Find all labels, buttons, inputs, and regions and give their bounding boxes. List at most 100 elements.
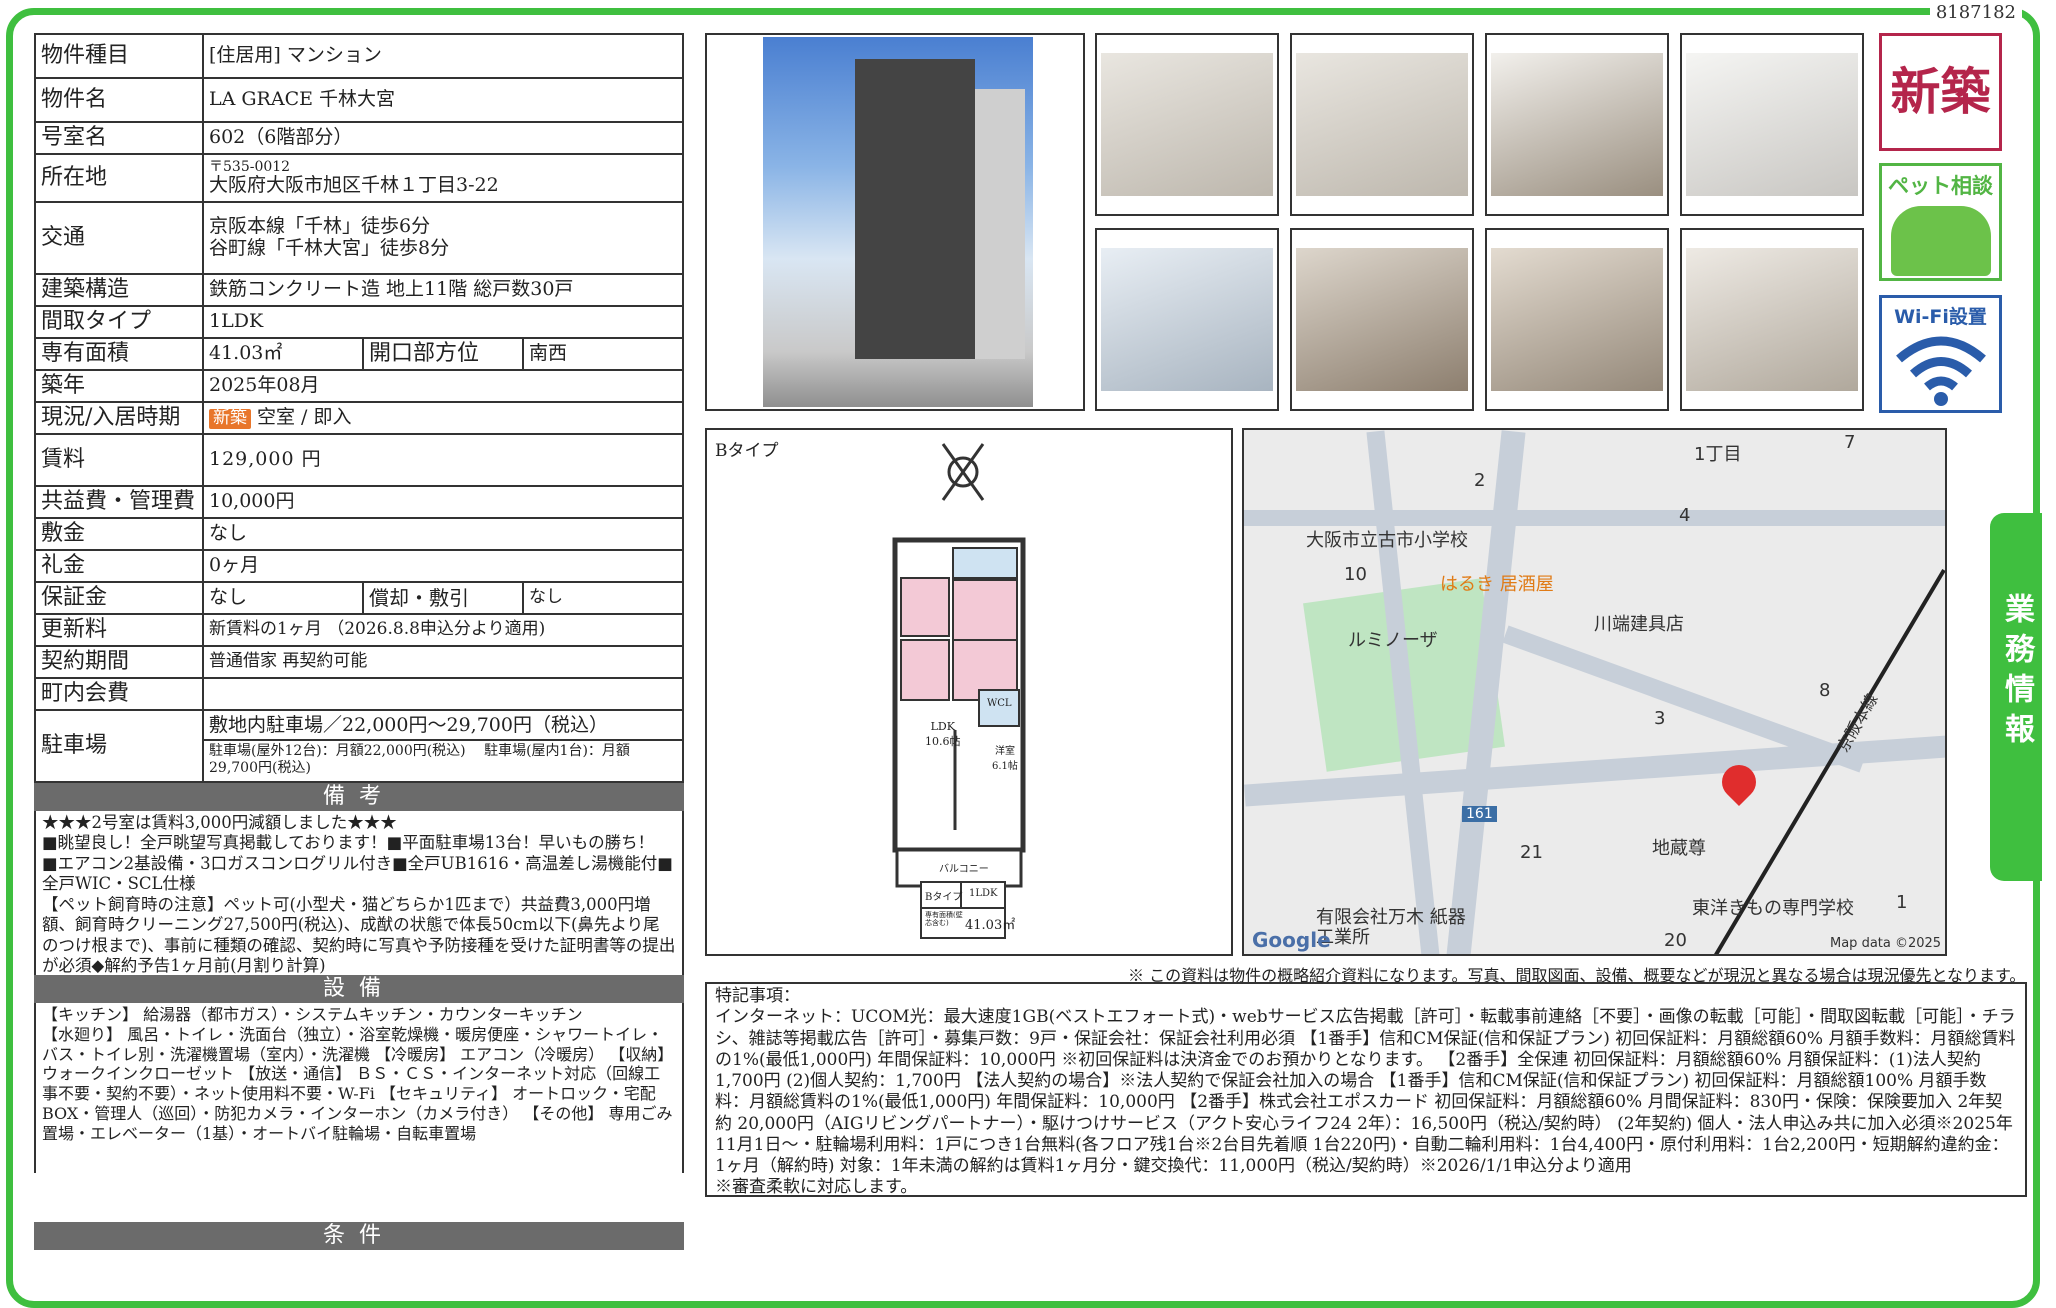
side-tab-label: 業務情報: [1999, 593, 2034, 753]
balcony-label: バルコニー: [939, 864, 989, 875]
label: 号室名: [34, 121, 204, 155]
value: 41.03㎡: [202, 337, 364, 371]
label: 敷金: [34, 517, 204, 551]
map-label: 1丁目: [1694, 444, 1742, 465]
address: 〒535-0012 大阪府大阪市旭区千林１丁目3-22: [202, 153, 684, 203]
label: 物件種目: [34, 33, 204, 79]
map-label: はるき 居酒屋: [1440, 574, 1554, 595]
label: 間取タイプ: [34, 305, 204, 339]
value: [住居用] マンション: [202, 33, 684, 79]
exterior-photo: [705, 33, 1085, 411]
new-tag: 新築: [209, 409, 251, 429]
label: 物件名: [34, 77, 204, 123]
row-area: 専有面積 41.03㎡ 開口部方位 南西: [34, 337, 684, 371]
row-name: 物件名 LA GRACE 千林大宮: [34, 77, 684, 123]
new-build-badge: 新築: [1879, 33, 2002, 151]
parking-summary: 敷地内駐車場／22,000円～29,700円（税込）: [205, 713, 681, 742]
wcl-label: WCL: [987, 698, 1012, 709]
value: 空室 / 即入: [257, 406, 352, 429]
row-built: 築年 2025年08月: [34, 369, 684, 403]
row-room: 号室名 602（6階部分）: [34, 121, 684, 155]
parking: 敷地内駐車場／22,000円～29,700円（税込） 駐車場(屋外12台)：月額…: [202, 709, 684, 783]
map-label: 川端建具店: [1594, 614, 1684, 635]
legend-layout: 1LDK: [969, 888, 998, 899]
label: 契約期間: [34, 645, 204, 679]
row-fee: 共益費・管理費 10,000円: [34, 485, 684, 519]
row-community-fee: 町内会費: [34, 677, 684, 711]
railway: [1714, 568, 1945, 954]
property-table: 物件種目 [住居用] マンション 物件名 LA GRACE 千林大宮 号室名 6…: [34, 33, 684, 783]
label: 駐車場: [34, 709, 204, 783]
map-label: 東洋きもの専門学校: [1692, 898, 1854, 919]
wifi-icon: [1895, 336, 1986, 406]
pet-label: ペット相談: [1888, 174, 1993, 198]
wifi-label: Wi-Fi設置: [1894, 306, 1987, 328]
row-key-money: 礼金 0ヶ月: [34, 549, 684, 583]
address-text: 大阪府大阪市旭区千林１丁目3-22: [209, 174, 499, 197]
value: 新賃料の1ヶ月 （2026.8.8申込分より適用): [202, 613, 684, 647]
row-structure: 建築構造 鉄筋コンクリート造 地上11階 総戸数30戸: [34, 273, 684, 307]
biko-text: ★★★2号室は賃料3,000円減額しました★★★ ■眺望良し！全戸眺望写真掲載し…: [34, 811, 684, 975]
floor-plan-drawing: [892, 443, 1026, 939]
area-map[interactable]: 1丁目 7 2 4 大阪市立古市小学校 10 はるき 居酒屋 川端建具店 ルミノ…: [1242, 428, 1947, 956]
business-info-tab[interactable]: 業務情報: [1990, 513, 2042, 881]
label: 町内会費: [34, 677, 204, 711]
parking-detail: 駐車場(屋外12台)：月額22,000円(税込) 駐車場(屋内1台)：月額29,…: [209, 743, 630, 776]
label: 交通: [34, 201, 204, 275]
legend-area: 41.03㎡: [965, 918, 1016, 933]
google-logo: Google: [1252, 928, 1331, 952]
rent-price: 129,000 円: [202, 433, 684, 487]
legend-type: Bタイプ: [925, 892, 963, 903]
thumb-photo: [1485, 228, 1669, 411]
property-name: LA GRACE 千林大宮: [202, 77, 684, 123]
thumb-photo: [1290, 33, 1474, 216]
row-type: 物件種目 [住居用] マンション: [34, 33, 684, 79]
value2: なし: [522, 581, 684, 615]
label: 保証金: [34, 581, 204, 615]
label: 専有面積: [34, 337, 204, 371]
room-label: 洋室 6.1帖: [992, 746, 1018, 772]
row-parking: 駐車場 敷地内駐車場／22,000円～29,700円（税込） 駐車場(屋外12台…: [34, 709, 684, 783]
access: 京阪本線「千林」徒歩6分 谷町線「千林大宮」徒歩8分: [202, 201, 684, 275]
setsubi-header: 設備: [34, 975, 684, 1003]
map-label: 21: [1520, 842, 1543, 863]
map-label: 地蔵尊: [1652, 838, 1706, 859]
wifi-badge: Wi-Fi設置: [1879, 295, 2002, 413]
jouken-header: 条件: [34, 1222, 684, 1250]
document-id: 8187182: [1929, 2, 2022, 23]
access-line-2: 谷町線「千林大宮」徒歩8分: [209, 237, 450, 259]
map-label: ルミノーザ: [1348, 630, 1438, 651]
map-label: 3: [1654, 708, 1666, 729]
label: 築年: [34, 369, 204, 403]
value: 10,000円: [202, 485, 684, 519]
building-image: [763, 37, 1033, 407]
map-label: 20: [1664, 930, 1687, 951]
value: なし: [202, 581, 364, 615]
value: 1LDK: [202, 305, 684, 339]
floor-plan: Bタイプ LDK 10.6帖 洋室 6.1帖 WCL バルコニー Bタイプ 1L…: [705, 428, 1233, 956]
map-label: 10: [1344, 564, 1367, 585]
label: 賃料: [34, 433, 204, 487]
map-label: 2: [1474, 470, 1486, 491]
pet-badge: ペット相談: [1879, 163, 2002, 281]
special-notes: 特記事項： インターネット：UCOM光：最大速度1GB(ベストエフォート式)・w…: [705, 982, 2027, 1197]
label: 所在地: [34, 153, 204, 203]
value2: 南西: [522, 337, 684, 371]
row-status: 現況/入居時期 新築 空室 / 即入: [34, 401, 684, 435]
label: 現況/入居時期: [34, 401, 204, 435]
value: 0ヶ月: [202, 549, 684, 583]
label2: 開口部方位: [362, 337, 524, 371]
map-label: 7: [1844, 432, 1856, 453]
row-access: 交通 京阪本線「千林」徒歩6分 谷町線「千林大宮」徒歩8分: [34, 201, 684, 275]
thumb-photo: [1290, 228, 1474, 411]
map-label: 1: [1896, 892, 1908, 913]
row-guarantee: 保証金 なし 償却・敷引 なし: [34, 581, 684, 615]
thumb-photo: [1095, 228, 1279, 411]
thumb-photo: [1680, 228, 1864, 411]
map-label: 8: [1819, 680, 1831, 701]
row-address: 所在地 〒535-0012 大阪府大阪市旭区千林１丁目3-22: [34, 153, 684, 203]
thumb-photo: [1095, 33, 1279, 216]
pet-icon: [1890, 206, 1991, 276]
status: 新築 空室 / 即入: [202, 401, 684, 435]
legend-area-label: 専有面積(壁芯含む): [925, 911, 963, 927]
